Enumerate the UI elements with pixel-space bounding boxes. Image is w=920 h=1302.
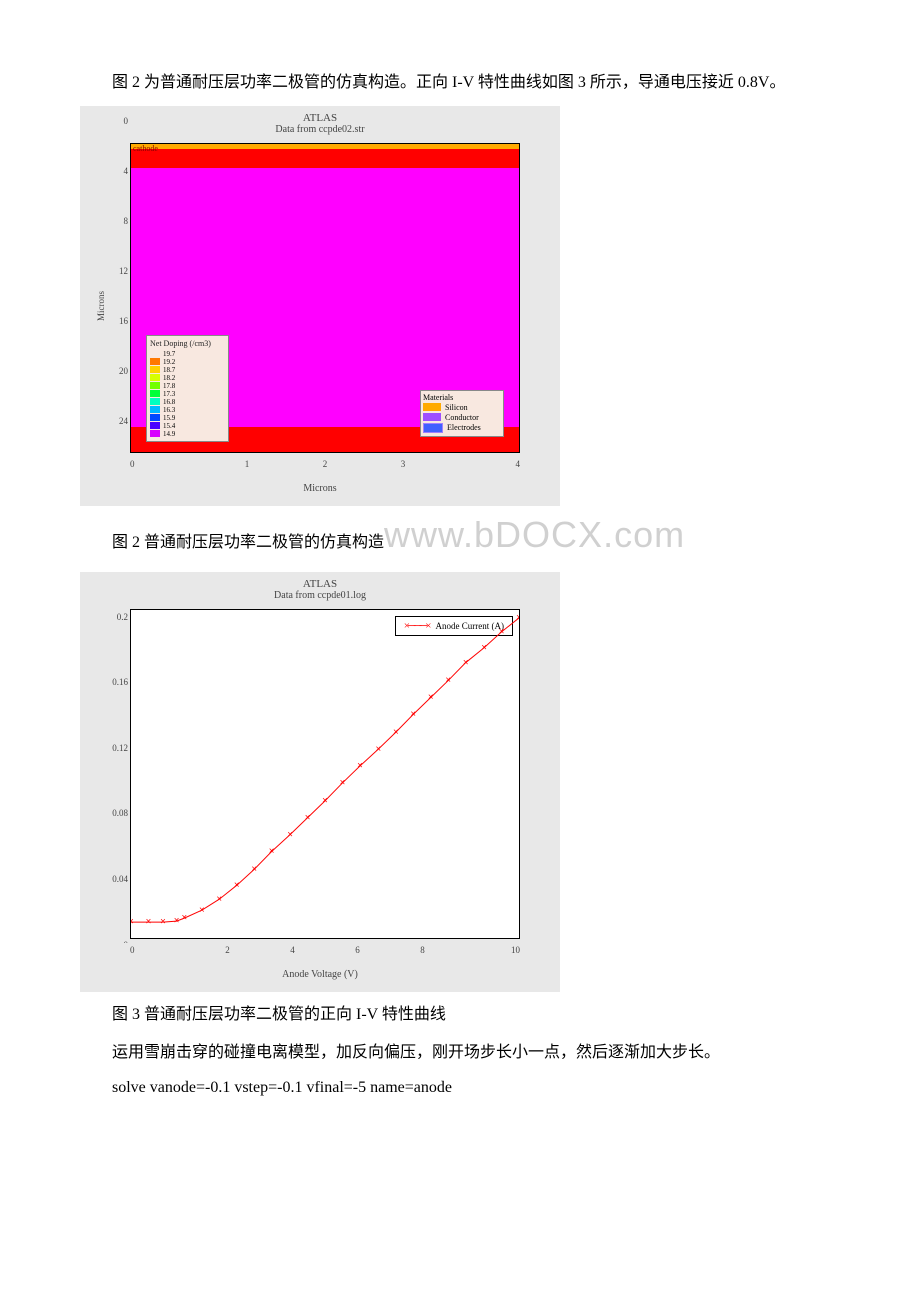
fig2-plot-area: cathode Net Doping (/cm3) 19.7 19.2 18.7… xyxy=(130,143,520,453)
fig3-plot-area: ×───× Anode Current (A) ××× ××× ××× ××× … xyxy=(130,609,520,939)
svg-text:×: × xyxy=(322,795,328,806)
doping-legend: Net Doping (/cm3) 19.7 19.2 18.7 18.2 17… xyxy=(146,335,229,442)
fig2-x-ticks: 0 1 2 3 4 xyxy=(130,459,520,469)
svg-text:×: × xyxy=(516,612,519,623)
svg-text:×: × xyxy=(357,760,363,771)
method-paragraph: 运用雪崩击穿的碰撞电离模型，加反向偏压，刚开场步长小一点，然后逐渐加大步长。 xyxy=(80,1040,840,1066)
svg-text:×: × xyxy=(269,846,275,857)
svg-text:×: × xyxy=(376,743,382,754)
code-line: solve vanode=-0.1 vstep=-0.1 vfinal=-5 n… xyxy=(80,1075,840,1101)
svg-text:×: × xyxy=(234,879,240,890)
svg-text:×: × xyxy=(428,692,434,703)
fig3-data-source: Data from ccpde01.log xyxy=(80,590,560,605)
svg-text:×: × xyxy=(340,777,346,788)
svg-text:×: × xyxy=(251,864,257,875)
intro-paragraph: 图 2 为普通耐压层功率二极管的仿真构造。正向 I-V 特性曲线如图 3 所示，… xyxy=(80,70,840,96)
fig3-x-axis-label: Anode Voltage (V) xyxy=(80,967,560,988)
svg-text:×: × xyxy=(499,626,505,637)
fig2-y-axis-label: Microns xyxy=(96,291,106,321)
fig3-y-ticks: 0.2 0.16 0.12 0.08 0.04 0 xyxy=(108,612,128,950)
cathode-label: cathode xyxy=(133,144,158,153)
fig2-y-ticks: 0 4 8 12 16 20 24 28 xyxy=(108,116,128,476)
fig2-app-title: ATLAS xyxy=(80,106,560,124)
fig2-x-axis-label: Microns xyxy=(80,481,560,502)
svg-text:×: × xyxy=(393,726,399,737)
svg-text:×: × xyxy=(146,916,152,927)
figure-2-structure: ATLAS Data from ccpde02.str Microns 0 4 … xyxy=(80,106,840,506)
svg-text:×: × xyxy=(131,916,134,927)
svg-text:×: × xyxy=(199,904,205,915)
fig2-data-source: Data from ccpde02.str xyxy=(80,124,560,139)
fig3-app-title: ATLAS xyxy=(80,572,560,590)
caption-fig3: 图 3 普通耐压层功率二极管的正向 I-V 特性曲线 xyxy=(80,1000,840,1024)
doping-legend-title: Net Doping (/cm3) xyxy=(150,339,225,348)
page: 图 2 为普通耐压层功率二极管的仿真构造。正向 I-V 特性曲线如图 3 所示，… xyxy=(0,0,920,1151)
svg-text:×: × xyxy=(481,642,487,653)
caption-fig2: 图 2 普通耐压层功率二极管的仿真构造www.bDOCX.com xyxy=(80,514,840,556)
svg-text:×: × xyxy=(174,915,180,926)
materials-legend-title: Materials xyxy=(423,393,501,402)
watermark: www.bDOCX.com xyxy=(384,514,685,555)
svg-text:×: × xyxy=(445,675,451,686)
figure-3-iv-curve: ATLAS Data from ccpde01.log 0.2 0.16 0.1… xyxy=(80,572,840,992)
svg-text:×: × xyxy=(216,893,222,904)
materials-legend: Materials Silicon Conductor Electrodes xyxy=(420,390,504,437)
svg-text:×: × xyxy=(410,708,416,719)
fig3-x-ticks: 0 2 4 6 8 10 xyxy=(130,945,520,955)
iv-curve-svg: × × × × × × × × × × × × × × × × × × × × × × × × xyxy=(131,610,519,938)
svg-text:×: × xyxy=(463,657,469,668)
svg-text:×: × xyxy=(182,912,188,923)
svg-text:×: × xyxy=(287,829,293,840)
cathode-electrode xyxy=(131,144,519,149)
svg-text:×: × xyxy=(305,812,311,823)
svg-text:×: × xyxy=(160,916,166,927)
